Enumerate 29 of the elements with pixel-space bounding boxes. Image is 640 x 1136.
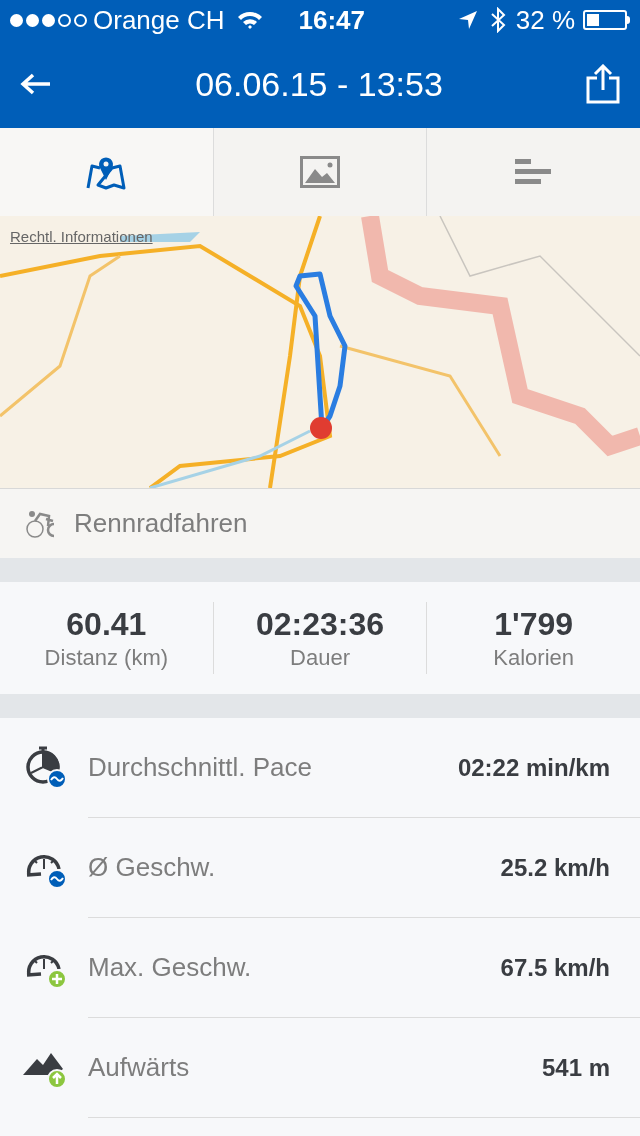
stat-label: Kalorien bbox=[493, 644, 575, 672]
signal-icon bbox=[10, 13, 87, 27]
image-icon bbox=[300, 156, 340, 188]
battery-percentage: 32 % bbox=[515, 3, 575, 37]
bar-chart-icon bbox=[514, 158, 553, 186]
metric-value: 67.5 km/h bbox=[500, 952, 610, 983]
legal-link[interactable]: Rechtl. Informationen bbox=[10, 226, 153, 249]
stat-value: 1'799 bbox=[494, 605, 574, 645]
wifi-icon bbox=[236, 10, 263, 30]
metric-value: 541 m bbox=[541, 1052, 610, 1083]
metric-label: Ø Geschw. bbox=[88, 851, 216, 884]
clock-time: 16:47 bbox=[298, 3, 365, 37]
activity-type: Rennradfahren bbox=[74, 507, 248, 540]
share-icon[interactable] bbox=[586, 64, 620, 104]
carrier-name: Orange CH bbox=[93, 3, 225, 37]
stat-label: Dauer bbox=[290, 644, 350, 672]
metric-label: Max. Geschw. bbox=[88, 951, 252, 984]
metric-label: Durchschnittl. Pace bbox=[88, 751, 312, 784]
back-arrow-icon[interactable] bbox=[20, 72, 52, 96]
location-arrow-icon bbox=[457, 10, 478, 30]
metric-label: Aufwärts bbox=[88, 1051, 190, 1084]
metric-value: 02:22 min/km bbox=[457, 752, 610, 783]
bluetooth-icon bbox=[489, 7, 506, 33]
stat-label: Distanz (km) bbox=[44, 644, 169, 672]
stat-value: 02:23:36 bbox=[255, 605, 385, 645]
stat-value: 60.41 bbox=[66, 605, 147, 645]
battery-icon bbox=[583, 10, 630, 30]
metric-value: 25.2 km/h bbox=[500, 852, 610, 883]
window-title: 06.06.15 - 13:53 bbox=[194, 63, 444, 105]
